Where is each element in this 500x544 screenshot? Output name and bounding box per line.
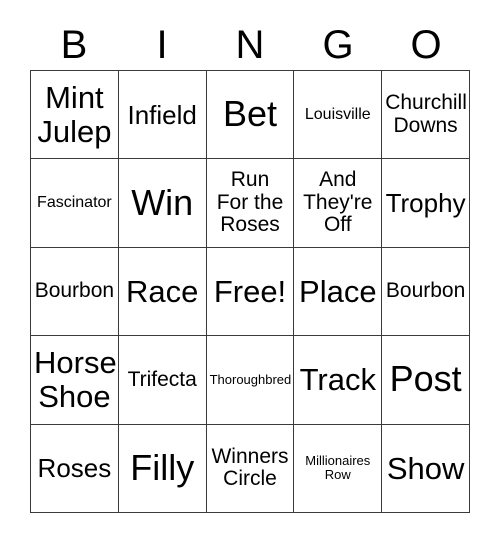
bingo-cell[interactable]: Bourbon bbox=[31, 247, 119, 337]
bingo-cell-label: Place bbox=[299, 273, 377, 309]
bingo-cell[interactable]: Run For the Roses bbox=[206, 159, 295, 248]
bingo-cell-label: Run For the Roses bbox=[216, 168, 284, 237]
bingo-cell-label: Mint Julep bbox=[37, 80, 112, 149]
bingo-cell[interactable]: Show bbox=[382, 424, 470, 513]
bingo-cell[interactable]: Fascinator bbox=[31, 159, 119, 248]
bingo-cell[interactable]: Louisville bbox=[294, 71, 383, 160]
bingo-cell-label: Win bbox=[131, 181, 194, 223]
bingo-cell-label: Trifecta bbox=[127, 367, 197, 391]
header-letter-g: G bbox=[322, 23, 354, 67]
bingo-cell[interactable]: Race bbox=[118, 247, 207, 337]
bingo-cell-label: Track bbox=[299, 362, 376, 398]
bingo-cell[interactable]: And They're Off bbox=[294, 159, 383, 248]
bingo-cell[interactable]: Post bbox=[382, 336, 470, 425]
bingo-header: B I N G O bbox=[30, 22, 470, 68]
bingo-cell[interactable]: Trifecta bbox=[118, 336, 207, 425]
bingo-cell-label: Louisville bbox=[304, 106, 371, 124]
header-letter-b: B bbox=[60, 23, 88, 67]
bingo-cell-label: And They're Off bbox=[303, 168, 373, 237]
bingo-cell[interactable]: Mint Julep bbox=[31, 71, 119, 160]
bingo-card: B I N G O Mint Julep Infield Bet Louisvi… bbox=[0, 0, 500, 544]
bingo-cell-label: Millionaires Row bbox=[305, 453, 371, 483]
header-letter-n: N bbox=[235, 23, 265, 67]
bingo-cell-label: Race bbox=[126, 273, 199, 309]
bingo-cell[interactable]: Thoroughbred bbox=[206, 336, 295, 425]
bingo-cell-label: Post bbox=[389, 358, 462, 400]
bingo-cell-label: Trophy bbox=[385, 188, 466, 219]
bingo-cell-label: Horse Shoe bbox=[34, 345, 117, 414]
bingo-cell-label: Roses bbox=[37, 453, 112, 484]
bingo-cell[interactable]: Winners Circle bbox=[206, 424, 295, 513]
header-letter-o: O bbox=[410, 23, 442, 67]
bingo-cell[interactable]: Bourbon bbox=[382, 247, 470, 337]
bingo-cell-label: Bourbon bbox=[34, 279, 115, 303]
bingo-cell[interactable]: Roses bbox=[31, 424, 119, 513]
bingo-cell-label: Fascinator bbox=[37, 194, 112, 212]
bingo-cell-label: Winners Circle bbox=[211, 444, 289, 491]
bingo-cell-label: Infield bbox=[127, 99, 197, 130]
bingo-cell[interactable]: Win bbox=[118, 159, 207, 248]
bingo-grid: Mint Julep Infield Bet Louisville Church… bbox=[30, 70, 470, 513]
bingo-cell-label: Show bbox=[386, 450, 465, 486]
bingo-cell[interactable]: Trophy bbox=[382, 159, 470, 248]
bingo-cell-free-space[interactable]: Free! bbox=[206, 247, 295, 337]
bingo-cell-label: Bet bbox=[222, 93, 278, 135]
bingo-cell[interactable]: Filly bbox=[118, 424, 207, 513]
bingo-cell-label: Churchill Downs bbox=[385, 91, 467, 137]
bingo-cell[interactable]: Bet bbox=[206, 71, 295, 160]
bingo-cell[interactable]: Churchill Downs bbox=[382, 71, 470, 160]
bingo-cell-label: Bourbon bbox=[385, 279, 466, 303]
bingo-cell[interactable]: Infield bbox=[118, 71, 207, 160]
bingo-cell-label: Filly bbox=[130, 446, 195, 488]
header-letter-i: I bbox=[156, 23, 168, 67]
bingo-cell-label: Free! bbox=[213, 273, 287, 309]
bingo-cell[interactable]: Place bbox=[294, 247, 383, 337]
bingo-cell-label: Thoroughbred bbox=[209, 371, 292, 387]
bingo-cell[interactable]: Track bbox=[294, 336, 383, 425]
bingo-cell[interactable]: Millionaires Row bbox=[294, 424, 383, 513]
bingo-cell[interactable]: Horse Shoe bbox=[31, 336, 119, 425]
